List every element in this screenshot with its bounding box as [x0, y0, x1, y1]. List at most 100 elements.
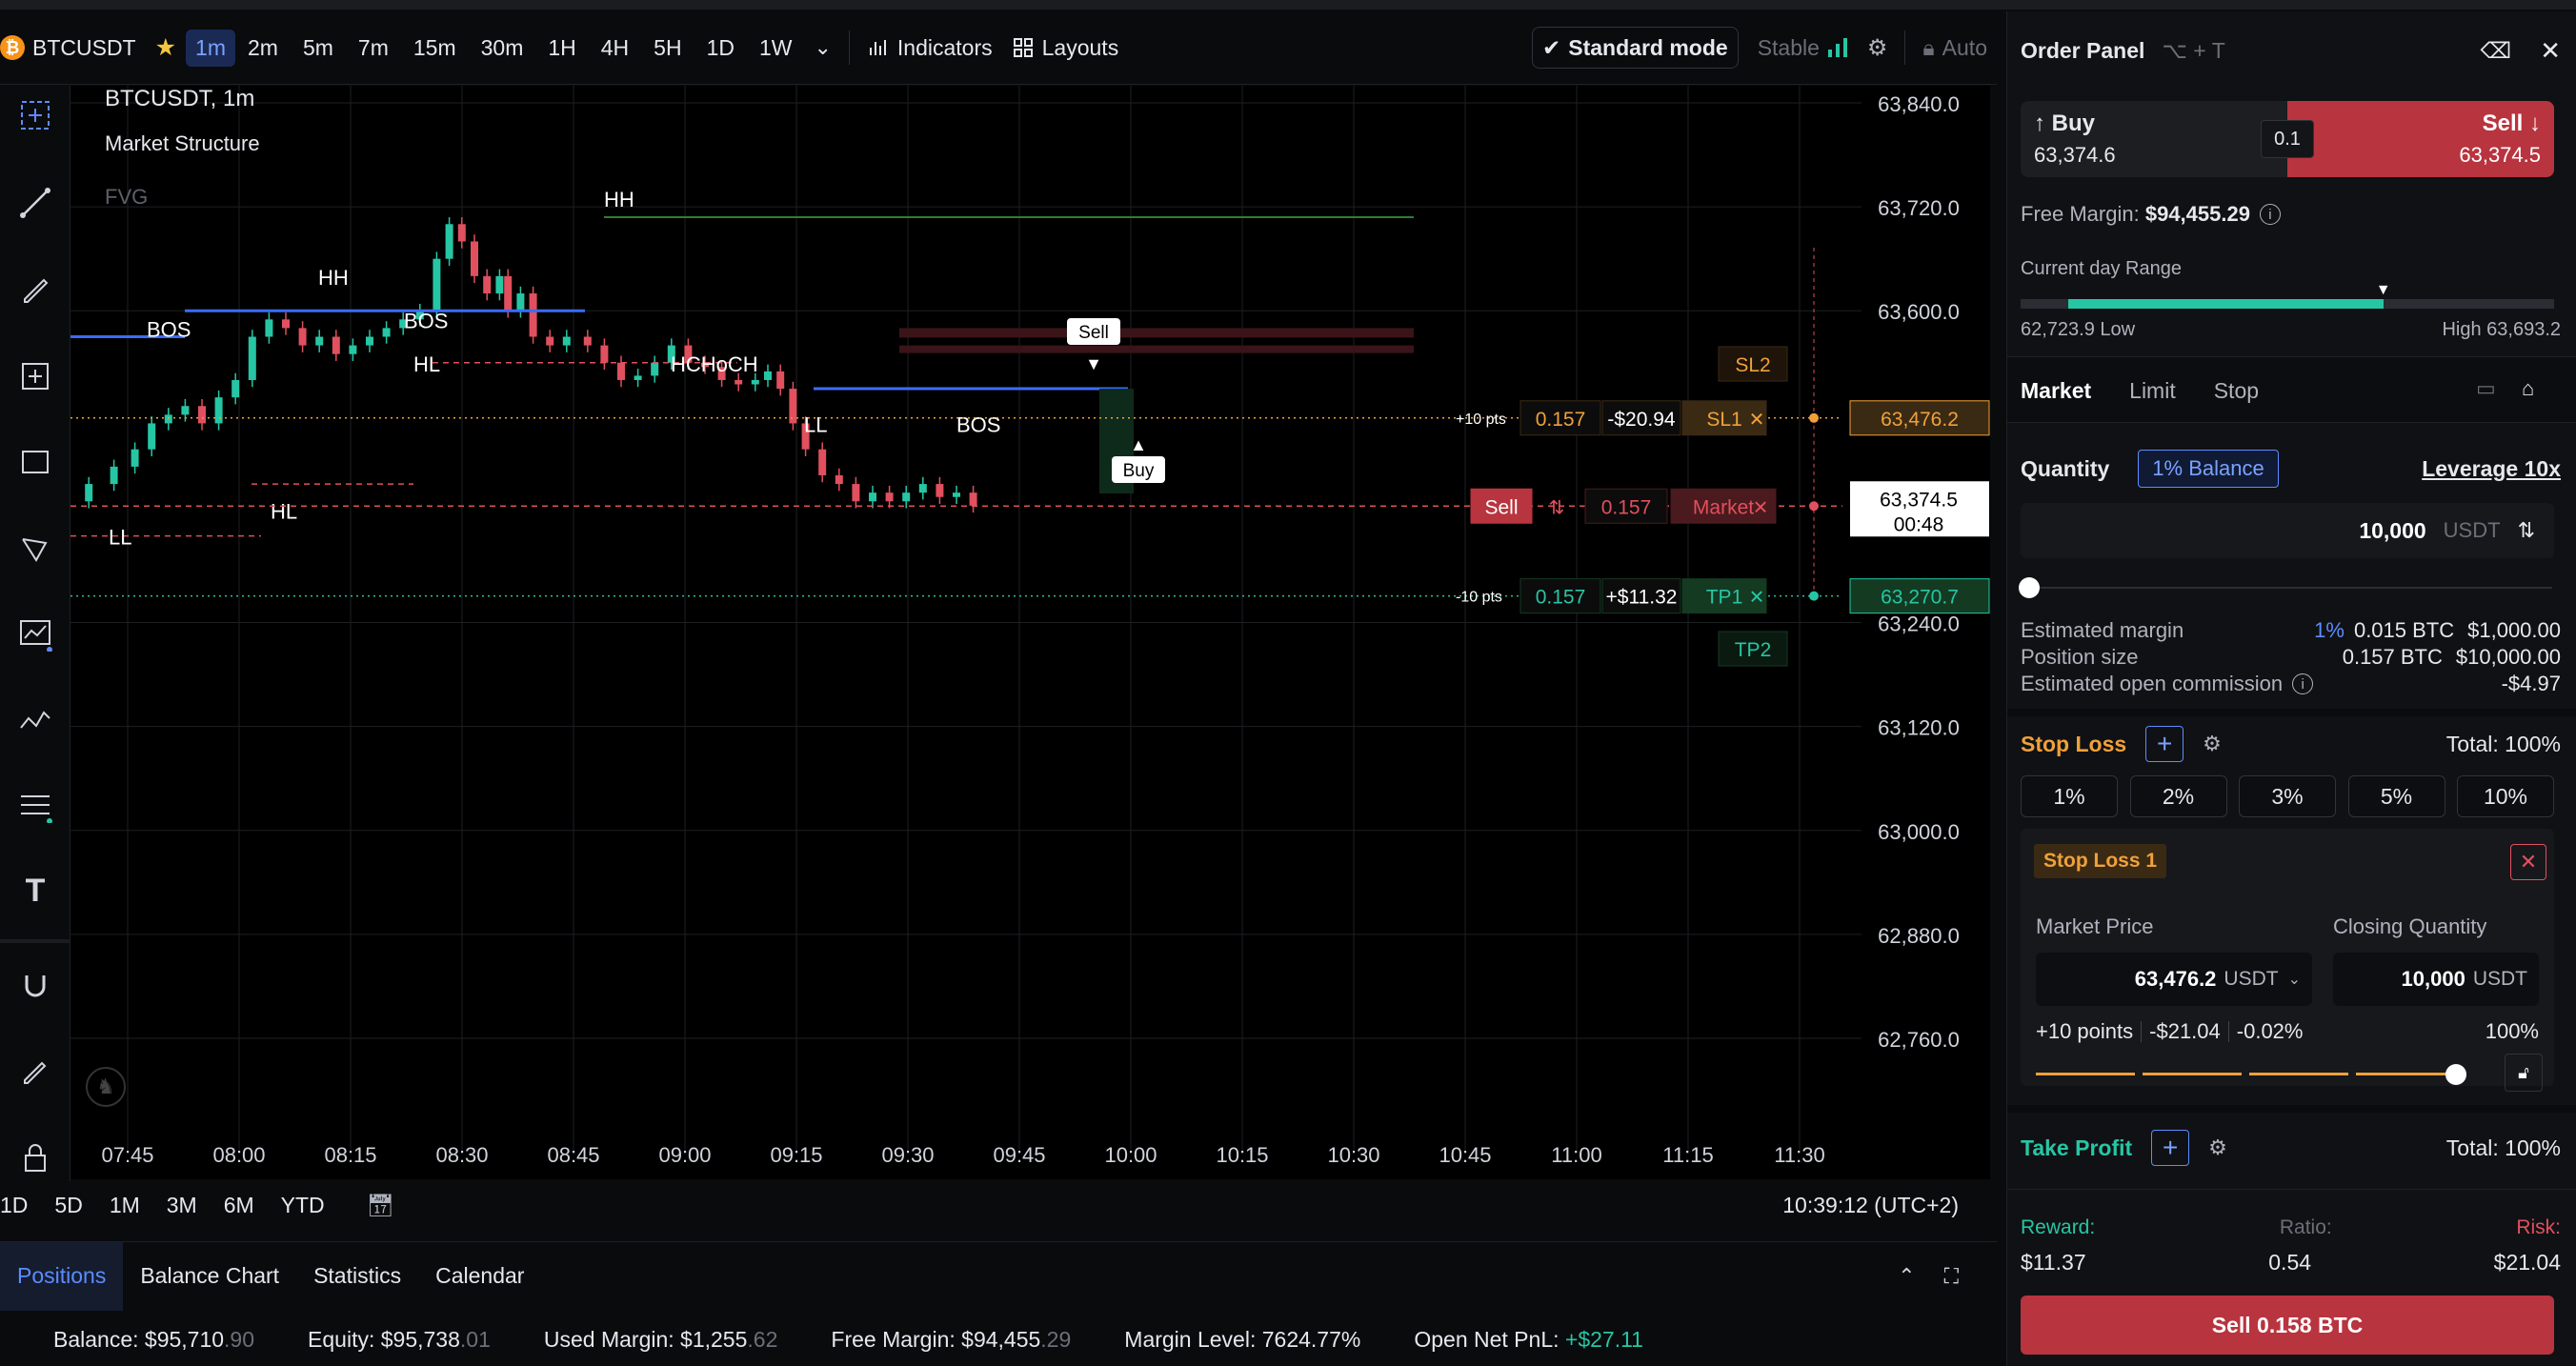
timeframe-5h[interactable]: 5H: [641, 35, 694, 61]
range-1m[interactable]: 1M: [110, 1193, 140, 1218]
layouts-button[interactable]: Layouts: [1002, 22, 1129, 73]
chart-pattern-icon[interactable]: [8, 606, 63, 661]
standard-mode-button[interactable]: ✔ Standard mode: [1531, 27, 1739, 69]
time-tick: 10:45: [1439, 1143, 1491, 1167]
slider-thumb[interactable]: [2445, 1064, 2466, 1085]
info-icon[interactable]: i: [2259, 204, 2281, 225]
chart-canvas[interactable]: 63,840.0 63,720.0 63,600.0 63,240.0 63,120.0…: [70, 86, 1990, 1179]
quantity-slider[interactable]: [2019, 577, 2552, 598]
range-5d[interactable]: 5D: [54, 1193, 82, 1218]
slider-thumb[interactable]: [2019, 577, 2040, 598]
clipboard-icon[interactable]: ▭: [2476, 376, 2496, 401]
sl-percent-3[interactable]: 3%: [2239, 775, 2336, 817]
chart-clock[interactable]: 10:39:12 (UTC+2): [1782, 1193, 1959, 1218]
sl-percent-2[interactable]: 2%: [2129, 775, 2227, 817]
fib-icon[interactable]: [8, 777, 63, 833]
sl-qty-input[interactable]: 10,000 USDT: [2333, 953, 2539, 1006]
reverse-icon[interactable]: ⇅: [1549, 497, 1565, 518]
sl2-tag[interactable]: SL2: [1718, 346, 1788, 382]
market-qty-chip[interactable]: 0.157: [1584, 488, 1668, 524]
pencil-icon[interactable]: [8, 261, 63, 316]
quantity-input[interactable]: 10,000 USDT ⇅: [2021, 503, 2554, 558]
range-1d[interactable]: 1D: [0, 1193, 28, 1218]
tab-positions[interactable]: Positions: [0, 1241, 124, 1311]
tp2-tag[interactable]: TP2: [1718, 631, 1788, 667]
waves-icon[interactable]: [8, 692, 63, 747]
line-handle[interactable]: [1809, 501, 1819, 512]
timeframe-2m[interactable]: 2m: [235, 35, 291, 61]
remove-stop-loss-icon[interactable]: ✕: [2510, 844, 2546, 880]
timeframe-1h[interactable]: 1H: [535, 35, 588, 61]
chevron-down-icon[interactable]: ⌄: [804, 22, 840, 73]
symbol-selector[interactable]: ₿ BTCUSDT: [0, 22, 146, 73]
tp-close-icon[interactable]: ✕: [1749, 588, 1765, 609]
indicator-label[interactable]: Market Structure: [105, 131, 260, 156]
timeframe-5m[interactable]: 5m: [291, 35, 346, 61]
market-close-icon[interactable]: ✕: [1753, 497, 1769, 518]
price-chart[interactable]: 63,840.0 63,720.0 63,600.0 63,240.0 63,120.0…: [70, 86, 1990, 1179]
calendar-icon[interactable]: 📅︎: [367, 1193, 394, 1218]
fvg-label[interactable]: FVG: [105, 185, 148, 210]
timeframe-1d[interactable]: 1D: [694, 35, 747, 61]
sl-close-icon[interactable]: ✕: [1749, 410, 1765, 431]
magnet-icon[interactable]: [8, 958, 63, 1014]
add-take-profit-button[interactable]: +: [2151, 1130, 2190, 1166]
eraser-icon[interactable]: ⌫: [2481, 38, 2512, 64]
select-cursor-icon[interactable]: [8, 88, 63, 143]
sl-qty-chip[interactable]: 0.157: [1519, 400, 1601, 436]
tab-calendar[interactable]: Calendar: [418, 1242, 541, 1311]
order-type-stop[interactable]: Stop: [2214, 378, 2259, 404]
tp-qty-chip[interactable]: 0.157: [1519, 578, 1601, 614]
timeframe-4h[interactable]: 4H: [589, 35, 641, 61]
padlock-icon[interactable]: [8, 1130, 63, 1185]
add-stop-loss-button[interactable]: +: [2145, 726, 2184, 762]
sl-price-input[interactable]: 63,476.2 USDT ⌄: [2036, 953, 2312, 1006]
order-type-limit[interactable]: Limit: [2129, 378, 2176, 404]
tab-statistics[interactable]: Statistics: [296, 1242, 418, 1311]
settings-gear-icon[interactable]: ⚙: [1858, 22, 1898, 73]
sl-percent-5[interactable]: 5%: [2347, 775, 2445, 817]
lock-icon[interactable]: 🔓︎: [2505, 1054, 2543, 1092]
lock-drawings-icon[interactable]: [8, 1044, 63, 1099]
close-icon[interactable]: ✕: [2540, 36, 2561, 66]
range-ytd[interactable]: YTD: [281, 1193, 325, 1218]
take-profit-settings-icon[interactable]: ⚙: [2208, 1135, 2227, 1160]
sl-percent-1[interactable]: 1%: [2021, 775, 2118, 817]
rectangle-icon[interactable]: [8, 434, 63, 490]
time-tick: 11:00: [1551, 1143, 1601, 1167]
market-side-chip[interactable]: Sell: [1470, 488, 1533, 524]
line-handle[interactable]: [1809, 591, 1819, 601]
buy-button[interactable]: ↑ Buy 63,374.6: [2021, 101, 2287, 177]
sl-percent-10[interactable]: 10%: [2457, 775, 2554, 817]
tab-balance-chart[interactable]: Balance Chart: [123, 1242, 296, 1311]
timeframe-1m[interactable]: 1m: [186, 29, 235, 67]
collapse-chevron-icon[interactable]: ⌃: [1898, 1264, 1915, 1289]
trend-line-icon[interactable]: [8, 175, 63, 231]
text-tool-icon[interactable]: T: [8, 863, 63, 918]
range-6m[interactable]: 6M: [224, 1193, 254, 1218]
line-handle[interactable]: [1809, 412, 1819, 423]
stop-loss-settings-icon[interactable]: ⚙: [2203, 732, 2222, 756]
range-3m[interactable]: 3M: [167, 1193, 197, 1218]
path-tool-icon[interactable]: [8, 520, 63, 575]
sell-button[interactable]: Sell ↓ 63,374.5: [2287, 101, 2554, 177]
balance-percent-button[interactable]: 1% Balance: [2138, 450, 2279, 488]
bell-icon[interactable]: ⌂: [2522, 376, 2534, 401]
info-icon[interactable]: i: [2292, 673, 2314, 694]
chevron-down-icon[interactable]: ⌄: [2288, 970, 2301, 989]
timeframe-15m[interactable]: 15m: [401, 35, 469, 61]
submit-sell-button[interactable]: Sell 0.158 BTC: [2021, 1296, 2554, 1355]
indicators-button[interactable]: Indicators: [857, 22, 1002, 73]
add-shape-icon[interactable]: [8, 349, 63, 404]
auto-toggle[interactable]: 🔒︎ Auto: [1913, 22, 1997, 73]
fullscreen-icon[interactable]: ⛶: [1944, 1264, 1959, 1289]
timeframe-1w[interactable]: 1W: [747, 35, 805, 61]
favorite-star-icon[interactable]: ★: [146, 22, 186, 73]
order-type-market[interactable]: Market: [2021, 378, 2091, 404]
leverage-button[interactable]: Leverage 10x: [2422, 456, 2561, 482]
timeframe-30m[interactable]: 30m: [469, 35, 536, 61]
timeframe-7m[interactable]: 7m: [346, 35, 401, 61]
swap-icon[interactable]: ⇅: [2518, 518, 2535, 543]
stable-toggle[interactable]: Stable: [1748, 22, 1858, 73]
sl-close-slider[interactable]: [2036, 1073, 2455, 1075]
